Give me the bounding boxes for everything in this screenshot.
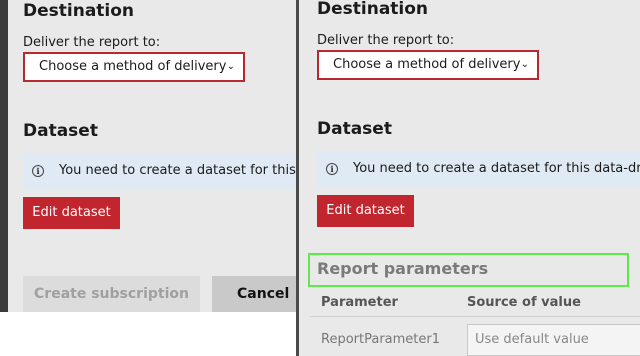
report-parameters-section: Report parameters xyxy=(308,253,629,287)
delivery-method-select[interactable]: Choose a method of delivery ⌄ xyxy=(23,52,245,82)
chevron-down-icon: ⌄ xyxy=(520,59,529,70)
cancel-button[interactable]: Cancel xyxy=(212,276,296,312)
dataset-info-text: You need to create a dataset for this d xyxy=(59,163,296,178)
delivery-method-select[interactable]: Choose a method of delivery ⌄ xyxy=(317,50,539,80)
report-parameters-heading: Report parameters xyxy=(317,259,489,278)
dataset-info-bar: i You need to create a dataset for this … xyxy=(317,151,640,187)
dataset-heading: Dataset xyxy=(317,119,392,139)
destination-heading: Destination xyxy=(317,0,429,19)
info-icon: i xyxy=(326,163,338,175)
dataset-heading: Dataset xyxy=(23,121,98,141)
deliver-label: Deliver the report to: xyxy=(23,35,161,50)
deliver-label: Deliver the report to: xyxy=(317,33,455,48)
subscription-panel-left: Destination Deliver the report to: Choos… xyxy=(0,0,296,312)
delivery-method-value: Choose a method of delivery xyxy=(39,59,227,74)
delivery-method-value: Choose a method of delivery xyxy=(333,57,521,72)
destination-heading: Destination xyxy=(23,1,135,21)
info-icon: i xyxy=(32,165,44,177)
dataset-info-bar: i You need to create a dataset for this … xyxy=(23,153,296,189)
source-of-value-field[interactable]: Use default value xyxy=(467,324,640,356)
subscription-panel-right: Destination Deliver the report to: Choos… xyxy=(299,0,640,356)
edit-dataset-button[interactable]: Edit dataset xyxy=(317,195,414,227)
create-subscription-button[interactable]: Create subscription xyxy=(23,276,200,312)
column-header-source: Source of value xyxy=(467,295,581,310)
table-header-divider xyxy=(310,316,640,317)
edit-dataset-button[interactable]: Edit dataset xyxy=(23,197,120,229)
chevron-down-icon: ⌄ xyxy=(226,61,235,72)
dataset-info-text: You need to create a dataset for this da… xyxy=(353,161,640,176)
column-header-parameter: Parameter xyxy=(321,295,398,310)
window-edge xyxy=(0,0,8,312)
parameter-name: ReportParameter1 xyxy=(321,332,440,347)
